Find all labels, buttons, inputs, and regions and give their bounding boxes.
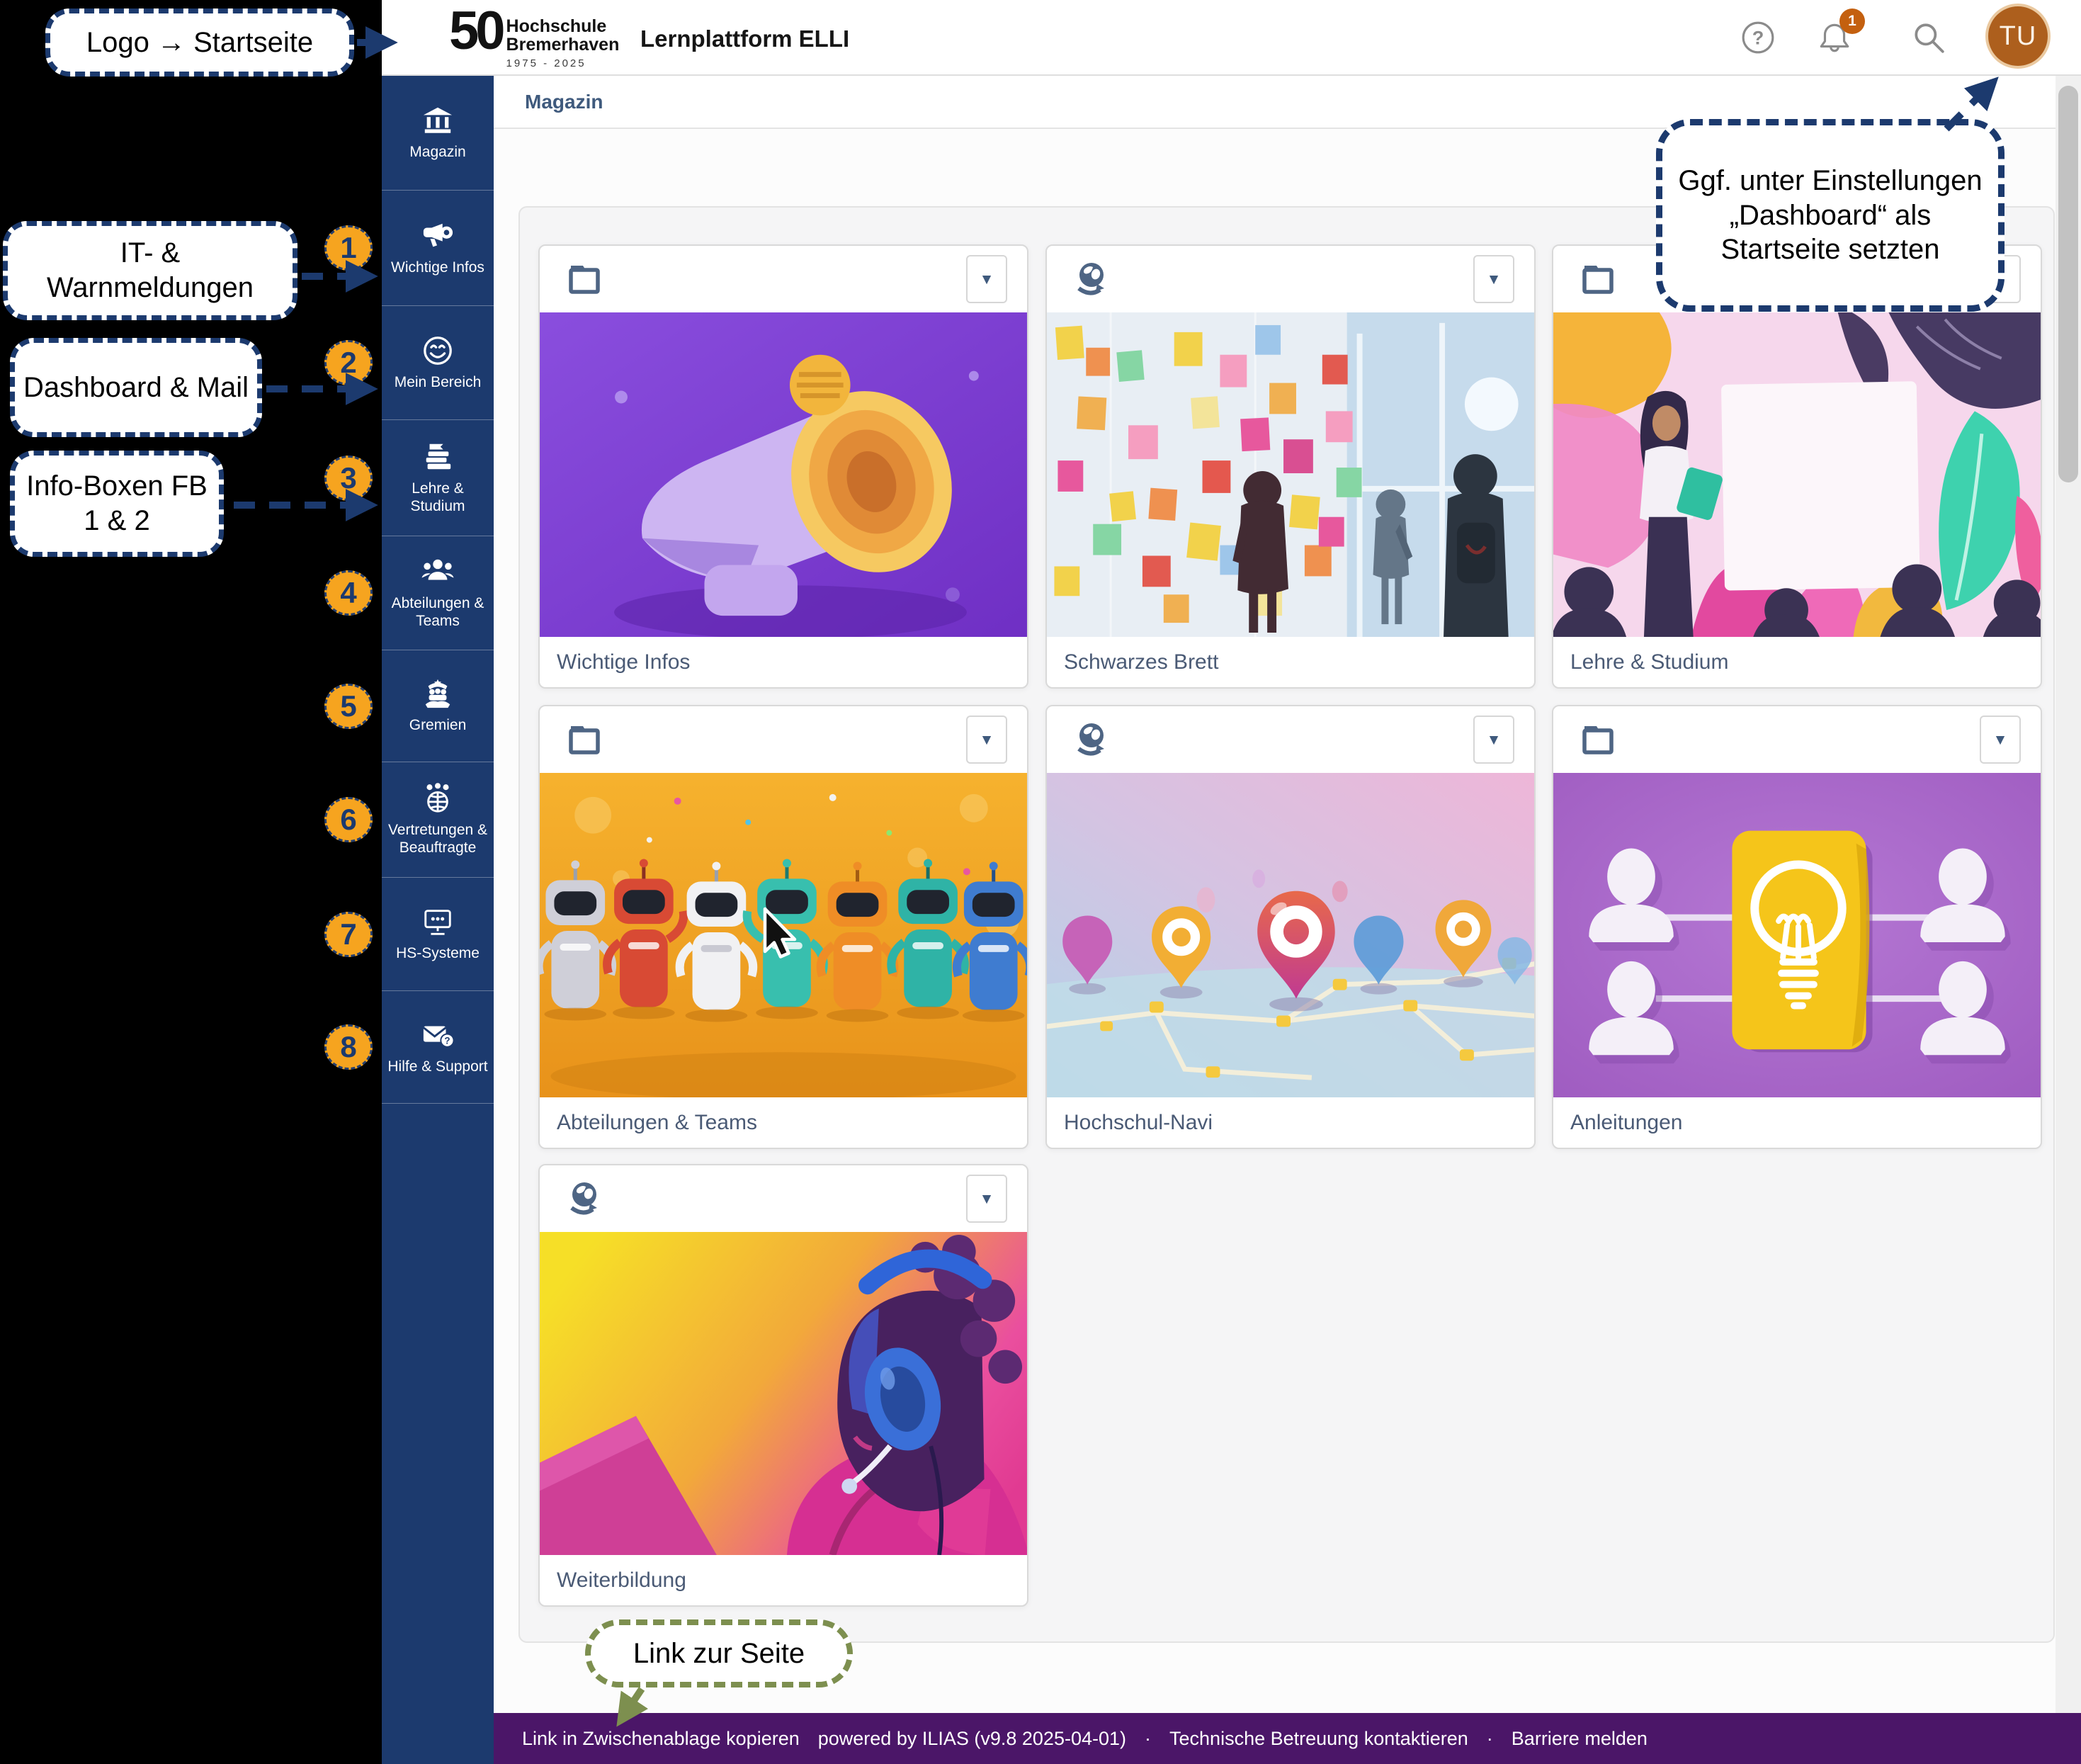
callout-dashboard-mail: Dashboard & Mail	[10, 338, 262, 437]
card-abteilungen-teams: ▼ Abteilungen & Teams	[538, 705, 1028, 1149]
card-actions-dropdown[interactable]: ▼	[1980, 716, 2021, 764]
logo-years: 1975 - 2025	[506, 57, 620, 69]
card-actions-dropdown[interactable]: ▼	[966, 255, 1007, 303]
annotation-number-6: 6	[324, 797, 373, 842]
card-title-link[interactable]: Schwarzes Brett	[1064, 650, 1218, 674]
annotation-number-8: 8	[324, 1024, 373, 1070]
callout-it-warnmeldungen: IT- & Warnmeldungen	[3, 221, 297, 320]
chevron-down-icon: ▼	[1487, 733, 1502, 747]
app-header: 50 Hochschule Bremerhaven 1975 - 2025 Le…	[382, 0, 2081, 76]
folder-icon	[1579, 260, 1617, 298]
svg-text:?: ?	[444, 1035, 450, 1046]
breadcrumb[interactable]: Magazin	[525, 91, 603, 113]
scrollbar[interactable]	[2056, 76, 2081, 1713]
annotation-number-5: 5	[324, 684, 373, 729]
bank-icon	[421, 104, 454, 137]
sidebar-item-gremien[interactable]: Gremien	[382, 650, 494, 762]
folder-icon	[565, 720, 603, 759]
callout-dashboard-startseite: Ggf. unter Einstellungen „Dashboard“ als…	[1656, 119, 2005, 312]
people-group-icon	[421, 555, 454, 588]
weblink-icon	[565, 1180, 603, 1218]
card-image-sticky-notes[interactable]	[1047, 312, 1534, 637]
card-actions-dropdown[interactable]: ▼	[1473, 255, 1514, 303]
annotation-number-7: 7	[324, 912, 373, 957]
sidebar-item-lehre-studium[interactable]: Lehre & Studium	[382, 420, 494, 536]
logo-line2: Bremerhaven	[506, 35, 620, 54]
committee-icon	[421, 677, 454, 710]
callout-infoboxen: Info-Boxen FB 1 & 2	[10, 451, 224, 557]
smiley-icon	[421, 334, 454, 367]
search-icon[interactable]	[1911, 20, 1946, 55]
card-title-link[interactable]: Anleitungen	[1570, 1111, 1682, 1135]
card-wichtige-infos: ▼ Wichtige Infos	[538, 244, 1028, 689]
monitor-icon	[421, 905, 454, 938]
card-title-link[interactable]: Wichtige Infos	[557, 650, 690, 674]
card-title-link[interactable]: Lehre & Studium	[1570, 650, 1728, 674]
weblink-icon	[1072, 720, 1111, 759]
annotation-number-4: 4	[324, 570, 373, 616]
card-image-presentation[interactable]	[1553, 312, 2041, 637]
chevron-down-icon: ▼	[1487, 272, 1502, 287]
sidebar-item-vertretungen[interactable]: Vertretungen & Beauftragte	[382, 762, 494, 878]
scrollbar-thumb[interactable]	[2058, 86, 2078, 482]
sidebar-item-hs-systeme[interactable]: HS-Systeme	[382, 878, 494, 991]
folder-icon	[1579, 720, 1617, 759]
university-logo[interactable]: 50 Hochschule Bremerhaven 1975 - 2025	[449, 6, 619, 69]
footer-barrier-link[interactable]: Barriere melden	[1512, 1728, 1648, 1750]
footer-separator: ·	[1145, 1728, 1151, 1750]
screenshot-root: { "header": { "logo": {"big": "50", "lin…	[0, 0, 2081, 1764]
notifications-bell-icon[interactable]: 1	[1817, 20, 1852, 55]
callout-logo-startseite: Logo → Startseite	[45, 9, 354, 77]
card-hochschul-navi: ▼	[1045, 705, 1536, 1149]
sidebar-item-hilfe-support[interactable]: ? Hilfe & Support	[382, 991, 494, 1104]
avatar[interactable]: TU	[1985, 4, 2051, 69]
card-title-link[interactable]: Abteilungen & Teams	[557, 1111, 757, 1135]
annotation-number-2: 2	[324, 340, 373, 385]
sidebar-item-abteilungen-teams[interactable]: Abteilungen & Teams	[382, 536, 494, 650]
megaphone-icon	[421, 220, 454, 252]
card-title-link[interactable]: Weiterbildung	[557, 1568, 686, 1593]
card-actions-dropdown[interactable]: ▼	[966, 716, 1007, 764]
sidebar-item-wichtige-infos[interactable]: Wichtige Infos	[382, 191, 494, 306]
sidebar-item-magazin[interactable]: Magazin	[382, 76, 494, 191]
annotation-number-1: 1	[324, 225, 373, 271]
card-anleitungen: ▼ Anleitungen	[1552, 705, 2042, 1149]
annotation-number-3: 3	[324, 456, 373, 501]
folder-icon	[565, 260, 603, 298]
help-icon[interactable]: ?	[1740, 20, 1776, 55]
sidebar-item-mein-bereich[interactable]: Mein Bereich	[382, 306, 494, 420]
main-sidebar: Magazin Wichtige Infos Mein Bereich Lehr…	[382, 76, 494, 1764]
footer-separator: ·	[1487, 1728, 1493, 1750]
chevron-down-icon: ▼	[980, 272, 994, 287]
footer-copy-link[interactable]: Link in Zwischenablage kopieren	[522, 1728, 800, 1750]
card-title-link[interactable]: Hochschul-Navi	[1064, 1111, 1213, 1135]
card-actions-dropdown[interactable]: ▼	[966, 1175, 1007, 1223]
svg-text:?: ?	[1752, 26, 1764, 48]
mail-question-icon: ?	[421, 1019, 454, 1051]
card-image-lightbulb[interactable]	[1553, 773, 2041, 1097]
card-schwarzes-brett: ▼	[1045, 244, 1536, 689]
logo-50-mark: 50	[449, 6, 502, 57]
card-image-megaphone[interactable]	[540, 312, 1027, 637]
card-image-robots[interactable]	[540, 773, 1027, 1097]
footer-bar: Link in Zwischenablage kopieren powered …	[494, 1713, 2081, 1764]
card-actions-dropdown[interactable]: ▼	[1473, 716, 1514, 764]
weblink-icon	[1072, 260, 1111, 298]
chevron-down-icon: ▼	[980, 733, 994, 747]
notification-badge: 1	[1839, 9, 1865, 34]
card-weiterbildung: ▼ Weiterbildung	[538, 1164, 1028, 1607]
card-image-map-pins[interactable]	[1047, 773, 1534, 1097]
books-icon	[421, 441, 454, 473]
callout-link-zur-seite: Link zur Seite	[585, 1619, 853, 1687]
chevron-down-icon: ▼	[1993, 733, 2008, 747]
footer-powered-by: powered by ILIAS (v9.8 2025-04-01)	[818, 1728, 1126, 1750]
page-title: Lernplattform ELLI	[640, 26, 849, 52]
logo-line1: Hochschule	[506, 17, 620, 35]
footer-support-link[interactable]: Technische Betreuung kontaktieren	[1169, 1728, 1468, 1750]
card-image-headset[interactable]	[540, 1232, 1027, 1555]
chevron-down-icon: ▼	[980, 1192, 994, 1206]
globe-people-icon	[421, 782, 454, 815]
